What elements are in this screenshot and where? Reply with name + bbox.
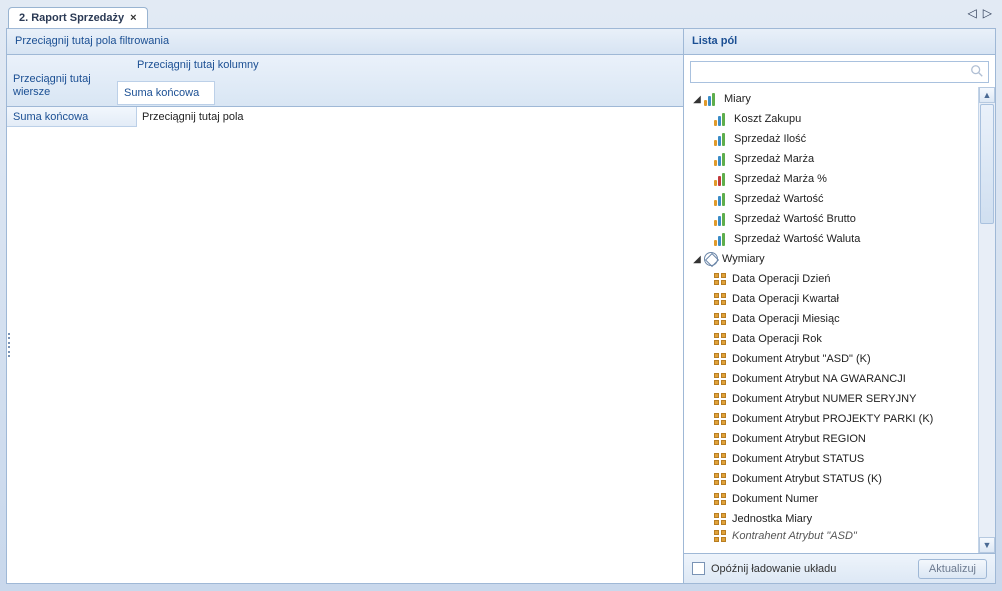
pivot-area: Przeciągnij tutaj pola filtrowania Przec… — [7, 29, 684, 583]
tree-node-dimension[interactable]: Data Operacji Kwartał — [686, 289, 978, 309]
field-search-text[interactable] — [691, 66, 970, 78]
search-icon[interactable] — [970, 64, 984, 81]
tree-node-dimension[interactable]: Dokument Atrybut "ASD" (K) — [686, 349, 978, 369]
defer-layout-checkbox[interactable] — [692, 562, 705, 575]
row-drop-zone[interactable]: Przeciągnij tutaj wiersze — [13, 73, 123, 99]
scrollbar[interactable]: ▲ ▼ — [978, 87, 995, 553]
tree-node-measure[interactable]: Sprzedaż Marża — [686, 149, 978, 169]
tree-node-measure[interactable]: Sprzedaż Wartość — [686, 189, 978, 209]
tree-node-dimension[interactable]: Kontrahent Atrybut "ASD" — [686, 529, 978, 543]
tree-node-measure[interactable]: Sprzedaż Wartość Waluta — [686, 229, 978, 249]
tree-node-dimension[interactable]: Dokument Atrybut STATUS (K) — [686, 469, 978, 489]
tree-node-dimension[interactable]: Dokument Atrybut NUMER SERYJNY — [686, 389, 978, 409]
tree-node-measures[interactable]: ◢Miary — [686, 89, 978, 109]
tree-node-dimensions[interactable]: ◢Wymiary — [686, 249, 978, 269]
report-tab[interactable]: 2. Raport Sprzedaży × — [8, 7, 148, 28]
tree-node-dimension[interactable]: Dokument Atrybut PROJEKTY PARKI (K) — [686, 409, 978, 429]
tree-node-dimension[interactable]: Jednostka Miary — [686, 509, 978, 529]
field-search-input[interactable] — [690, 61, 989, 83]
chevron-down-icon[interactable]: ◢ — [692, 94, 702, 105]
chevron-down-icon[interactable]: ◢ — [692, 254, 702, 265]
report-tab-title: 2. Raport Sprzedaży — [19, 12, 124, 24]
tree-node-dimension[interactable]: Dokument Atrybut STATUS — [686, 449, 978, 469]
dimensions-icon — [704, 252, 718, 266]
tab-nav-left-icon[interactable]: ◁ — [968, 6, 977, 20]
column-drop-zone[interactable]: Przeciągnij tutaj kolumny — [137, 59, 259, 71]
tree-node-dimension[interactable]: Data Operacji Rok — [686, 329, 978, 349]
tree-node-dimension[interactable]: Dokument Atrybut REGION — [686, 429, 978, 449]
scroll-down-icon[interactable]: ▼ — [979, 537, 995, 553]
tree-node-measure[interactable]: Sprzedaż Ilość — [686, 129, 978, 149]
defer-layout-label: Opóźnij ładowanie układu — [711, 563, 912, 575]
update-button[interactable]: Aktualizuj — [918, 559, 987, 579]
tree-node-measure[interactable]: Sprzedaż Marża % — [686, 169, 978, 189]
scroll-up-icon[interactable]: ▲ — [979, 87, 995, 103]
splitter-handle-icon[interactable] — [6, 333, 12, 357]
tree-node-dimension[interactable]: Data Operacji Miesiąc — [686, 309, 978, 329]
grandtotal-row-header: Suma końcowa — [7, 107, 137, 127]
close-icon[interactable]: × — [130, 12, 136, 24]
field-list-pane: Lista pól ◢MiaryKoszt ZakupuSprzedaż Ilo… — [684, 29, 995, 583]
tree-node-dimension[interactable]: Dokument Numer — [686, 489, 978, 509]
scroll-thumb[interactable] — [980, 104, 994, 224]
filter-drop-zone[interactable]: Przeciągnij tutaj pola filtrowania — [7, 29, 683, 55]
tree-node-measure[interactable]: Sprzedaż Wartość Brutto — [686, 209, 978, 229]
grandtotal-column-header: Suma końcowa — [117, 81, 215, 105]
field-tree[interactable]: ◢MiaryKoszt ZakupuSprzedaż IlośćSprzedaż… — [684, 87, 978, 553]
tree-node-measure[interactable]: Koszt Zakupu — [686, 109, 978, 129]
tree-node-dimension[interactable]: Dokument Atrybut NA GWARANCJI — [686, 369, 978, 389]
field-list-header: Lista pól — [684, 29, 995, 55]
data-drop-zone[interactable]: Przeciągnij tutaj pola — [138, 107, 244, 127]
tree-node-dimension[interactable]: Data Operacji Dzień — [686, 269, 978, 289]
tab-nav-right-icon[interactable]: ▷ — [983, 6, 992, 20]
